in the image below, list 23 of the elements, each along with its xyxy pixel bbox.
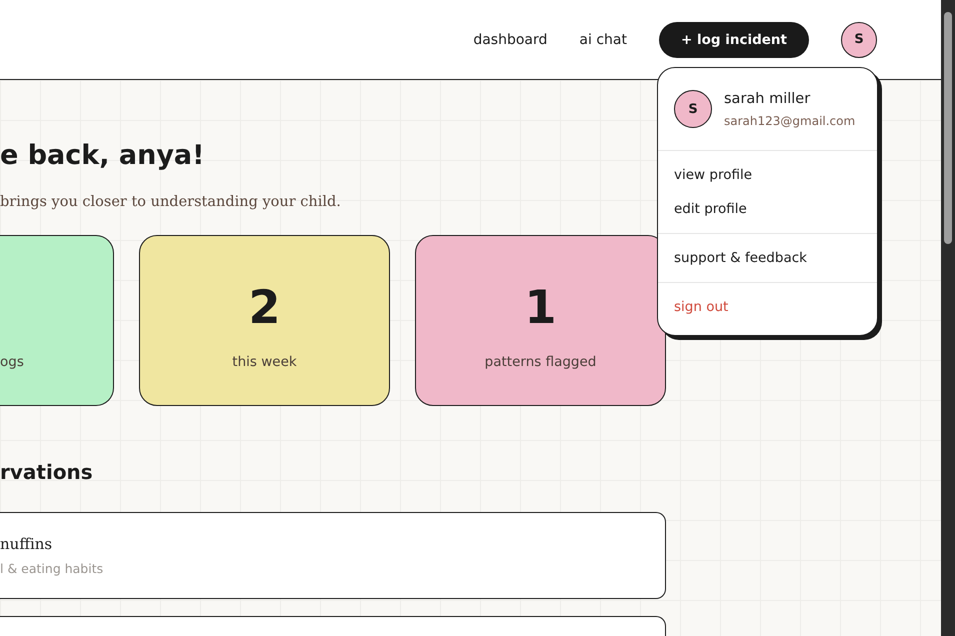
stat-value: 1 (524, 280, 556, 334)
nav-link[interactable]: dashboard (473, 32, 548, 48)
stat-label: patterns flagged (484, 354, 596, 370)
welcome-heading: e back, anya! (0, 139, 206, 173)
observation-card[interactable]: nuffins l & eating habits (0, 512, 666, 599)
stat-value: 2 (248, 280, 280, 334)
stat-label: this week (232, 354, 297, 370)
nav-link[interactable]: ai chat (579, 32, 627, 48)
user-avatar: S (674, 90, 712, 128)
user-avatar[interactable]: S (841, 22, 877, 58)
menu-item[interactable]: support & feedback (658, 241, 877, 275)
observation-title: nuffins (0, 535, 54, 553)
welcome-subtitle: brings you closer to understanding your child. (0, 194, 342, 210)
menu-item[interactable]: edit profile (658, 192, 877, 226)
user-email: sarah123@gmail.com (724, 114, 856, 128)
scrollbar[interactable] (941, 0, 955, 636)
menu-item[interactable]: view profile (658, 158, 877, 192)
observation-tags: l & eating habits (0, 561, 665, 576)
log-incident-button[interactable]: + log incident (658, 22, 809, 58)
stat-label: ogs (0, 354, 24, 370)
section-heading: rvations (0, 460, 94, 484)
menu-item[interactable]: sign out (658, 290, 877, 324)
user-name: sarah miller (724, 91, 812, 107)
